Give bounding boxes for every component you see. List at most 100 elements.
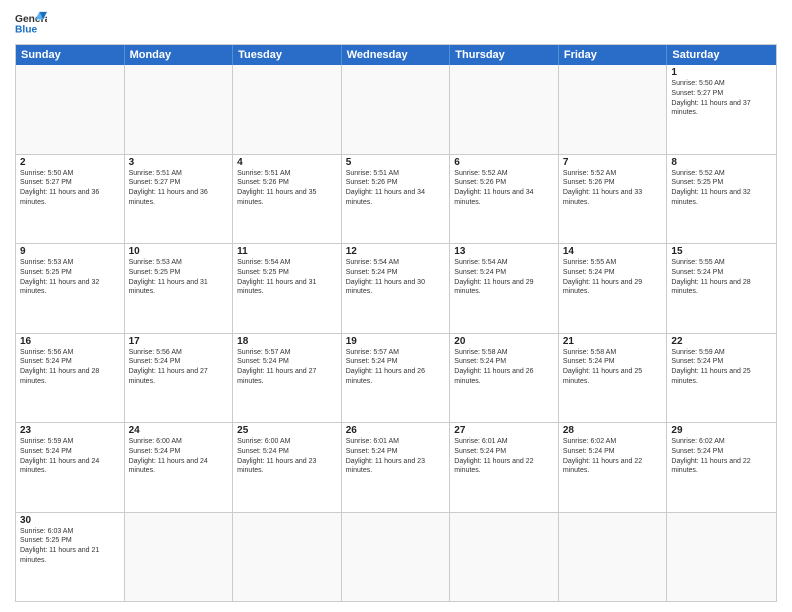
cell-info: Sunrise: 5:52 AMSunset: 5:25 PMDaylight:… <box>671 169 772 208</box>
day-number: 17 <box>129 336 229 347</box>
day-number: 8 <box>671 157 772 168</box>
day-number: 13 <box>454 246 554 257</box>
cell-info: Sunrise: 5:57 AMSunset: 5:24 PMDaylight:… <box>346 348 446 387</box>
day-number: 16 <box>20 336 120 347</box>
cell-info: Sunrise: 6:01 AMSunset: 5:24 PMDaylight:… <box>454 437 554 476</box>
cell-info: Sunrise: 5:52 AMSunset: 5:26 PMDaylight:… <box>563 169 663 208</box>
cal-cell-4-6: 29Sunrise: 6:02 AMSunset: 5:24 PMDayligh… <box>667 423 776 512</box>
day-number: 1 <box>671 67 772 78</box>
cal-cell-2-3: 12Sunrise: 5:54 AMSunset: 5:24 PMDayligh… <box>342 244 451 333</box>
cell-info: Sunrise: 5:55 AMSunset: 5:24 PMDaylight:… <box>563 258 663 297</box>
day-number: 11 <box>237 246 337 257</box>
cal-cell-0-0 <box>16 65 125 154</box>
cell-info: Sunrise: 6:00 AMSunset: 5:24 PMDaylight:… <box>129 437 229 476</box>
cell-info: Sunrise: 5:54 AMSunset: 5:24 PMDaylight:… <box>454 258 554 297</box>
cal-cell-1-6: 8Sunrise: 5:52 AMSunset: 5:25 PMDaylight… <box>667 155 776 244</box>
logo: General Blue <box>15 10 47 38</box>
cell-info: Sunrise: 5:51 AMSunset: 5:26 PMDaylight:… <box>346 169 446 208</box>
day-number: 14 <box>563 246 663 257</box>
week-row-4: 23Sunrise: 5:59 AMSunset: 5:24 PMDayligh… <box>16 423 776 513</box>
cal-cell-5-4 <box>450 513 559 602</box>
cal-cell-4-2: 25Sunrise: 6:00 AMSunset: 5:24 PMDayligh… <box>233 423 342 512</box>
cal-cell-0-3 <box>342 65 451 154</box>
week-row-1: 2Sunrise: 5:50 AMSunset: 5:27 PMDaylight… <box>16 155 776 245</box>
day-number: 27 <box>454 425 554 436</box>
day-number: 24 <box>129 425 229 436</box>
cal-cell-5-3 <box>342 513 451 602</box>
cell-info: Sunrise: 5:50 AMSunset: 5:27 PMDaylight:… <box>20 169 120 208</box>
cal-cell-1-2: 4Sunrise: 5:51 AMSunset: 5:26 PMDaylight… <box>233 155 342 244</box>
cal-cell-2-5: 14Sunrise: 5:55 AMSunset: 5:24 PMDayligh… <box>559 244 668 333</box>
day-number: 15 <box>671 246 772 257</box>
cal-cell-0-1 <box>125 65 234 154</box>
calendar: Sunday Monday Tuesday Wednesday Thursday… <box>15 44 777 602</box>
cal-cell-3-0: 16Sunrise: 5:56 AMSunset: 5:24 PMDayligh… <box>16 334 125 423</box>
week-row-0: 1Sunrise: 5:50 AMSunset: 5:27 PMDaylight… <box>16 65 776 155</box>
cell-info: Sunrise: 6:02 AMSunset: 5:24 PMDaylight:… <box>671 437 772 476</box>
cell-info: Sunrise: 5:58 AMSunset: 5:24 PMDaylight:… <box>563 348 663 387</box>
cal-cell-3-6: 22Sunrise: 5:59 AMSunset: 5:24 PMDayligh… <box>667 334 776 423</box>
day-number: 25 <box>237 425 337 436</box>
cal-cell-4-1: 24Sunrise: 6:00 AMSunset: 5:24 PMDayligh… <box>125 423 234 512</box>
cell-info: Sunrise: 6:01 AMSunset: 5:24 PMDaylight:… <box>346 437 446 476</box>
day-number: 18 <box>237 336 337 347</box>
cell-info: Sunrise: 6:00 AMSunset: 5:24 PMDaylight:… <box>237 437 337 476</box>
day-number: 12 <box>346 246 446 257</box>
cal-cell-3-1: 17Sunrise: 5:56 AMSunset: 5:24 PMDayligh… <box>125 334 234 423</box>
day-number: 4 <box>237 157 337 168</box>
cal-cell-1-1: 3Sunrise: 5:51 AMSunset: 5:27 PMDaylight… <box>125 155 234 244</box>
cell-info: Sunrise: 5:51 AMSunset: 5:26 PMDaylight:… <box>237 169 337 208</box>
cal-cell-0-4 <box>450 65 559 154</box>
cell-info: Sunrise: 5:58 AMSunset: 5:24 PMDaylight:… <box>454 348 554 387</box>
header-thursday: Thursday <box>450 45 559 65</box>
cal-cell-5-5 <box>559 513 668 602</box>
cell-info: Sunrise: 5:53 AMSunset: 5:25 PMDaylight:… <box>129 258 229 297</box>
day-number: 9 <box>20 246 120 257</box>
cal-cell-1-4: 6Sunrise: 5:52 AMSunset: 5:26 PMDaylight… <box>450 155 559 244</box>
cal-cell-1-0: 2Sunrise: 5:50 AMSunset: 5:27 PMDaylight… <box>16 155 125 244</box>
day-number: 29 <box>671 425 772 436</box>
cal-cell-3-4: 20Sunrise: 5:58 AMSunset: 5:24 PMDayligh… <box>450 334 559 423</box>
day-number: 23 <box>20 425 120 436</box>
week-row-2: 9Sunrise: 5:53 AMSunset: 5:25 PMDaylight… <box>16 244 776 334</box>
cal-cell-4-4: 27Sunrise: 6:01 AMSunset: 5:24 PMDayligh… <box>450 423 559 512</box>
header-monday: Monday <box>125 45 234 65</box>
cell-info: Sunrise: 5:53 AMSunset: 5:25 PMDaylight:… <box>20 258 120 297</box>
day-number: 3 <box>129 157 229 168</box>
cal-cell-3-5: 21Sunrise: 5:58 AMSunset: 5:24 PMDayligh… <box>559 334 668 423</box>
cal-cell-0-5 <box>559 65 668 154</box>
cal-cell-5-1 <box>125 513 234 602</box>
page: General Blue Sunday Monday Tuesday Wedne… <box>0 0 792 612</box>
day-number: 2 <box>20 157 120 168</box>
header: General Blue <box>15 10 777 38</box>
day-number: 5 <box>346 157 446 168</box>
header-saturday: Saturday <box>667 45 776 65</box>
day-number: 22 <box>671 336 772 347</box>
cal-cell-4-3: 26Sunrise: 6:01 AMSunset: 5:24 PMDayligh… <box>342 423 451 512</box>
cal-cell-3-3: 19Sunrise: 5:57 AMSunset: 5:24 PMDayligh… <box>342 334 451 423</box>
day-number: 26 <box>346 425 446 436</box>
cal-cell-5-6 <box>667 513 776 602</box>
cal-cell-1-3: 5Sunrise: 5:51 AMSunset: 5:26 PMDaylight… <box>342 155 451 244</box>
calendar-header: Sunday Monday Tuesday Wednesday Thursday… <box>16 45 776 65</box>
header-tuesday: Tuesday <box>233 45 342 65</box>
day-number: 19 <box>346 336 446 347</box>
cell-info: Sunrise: 5:54 AMSunset: 5:25 PMDaylight:… <box>237 258 337 297</box>
cell-info: Sunrise: 6:02 AMSunset: 5:24 PMDaylight:… <box>563 437 663 476</box>
cell-info: Sunrise: 5:52 AMSunset: 5:26 PMDaylight:… <box>454 169 554 208</box>
cell-info: Sunrise: 6:03 AMSunset: 5:25 PMDaylight:… <box>20 527 120 566</box>
cell-info: Sunrise: 5:51 AMSunset: 5:27 PMDaylight:… <box>129 169 229 208</box>
cell-info: Sunrise: 5:54 AMSunset: 5:24 PMDaylight:… <box>346 258 446 297</box>
header-friday: Friday <box>559 45 668 65</box>
svg-text:Blue: Blue <box>15 24 37 35</box>
week-row-3: 16Sunrise: 5:56 AMSunset: 5:24 PMDayligh… <box>16 334 776 424</box>
cal-cell-5-0: 30Sunrise: 6:03 AMSunset: 5:25 PMDayligh… <box>16 513 125 602</box>
cal-cell-2-1: 10Sunrise: 5:53 AMSunset: 5:25 PMDayligh… <box>125 244 234 333</box>
cal-cell-0-6: 1Sunrise: 5:50 AMSunset: 5:27 PMDaylight… <box>667 65 776 154</box>
cal-cell-4-5: 28Sunrise: 6:02 AMSunset: 5:24 PMDayligh… <box>559 423 668 512</box>
cell-info: Sunrise: 5:59 AMSunset: 5:24 PMDaylight:… <box>20 437 120 476</box>
logo-icon: General Blue <box>15 10 47 38</box>
cal-cell-2-4: 13Sunrise: 5:54 AMSunset: 5:24 PMDayligh… <box>450 244 559 333</box>
header-sunday: Sunday <box>16 45 125 65</box>
cell-info: Sunrise: 5:55 AMSunset: 5:24 PMDaylight:… <box>671 258 772 297</box>
